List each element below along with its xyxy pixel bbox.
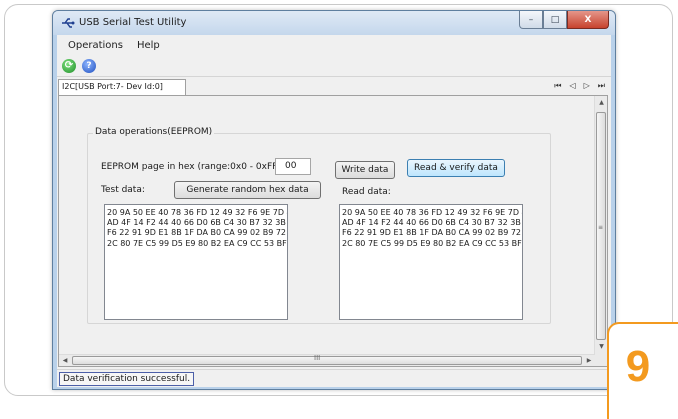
horizontal-scrollbar[interactable]: ◀ III ▶: [59, 354, 595, 366]
window-title: USB Serial Test Utility: [79, 17, 187, 28]
horizontal-scroll-thumb[interactable]: [72, 356, 582, 365]
tab-navigation: ⏮ ◁ ▷ ⏭: [554, 81, 605, 91]
group-title: Data operations(EEPROM): [93, 127, 215, 137]
test-data-line: AD 4F 14 F2 44 40 66 D0 6B C4 30 B7 32 3…: [107, 218, 287, 228]
window-controls: – □ X: [519, 11, 609, 29]
first-tab-icon[interactable]: ⏮: [554, 81, 561, 91]
next-tab-icon[interactable]: ▷: [584, 81, 590, 91]
app-window: USB Serial Test Utility – □ X Operations…: [52, 10, 616, 390]
vertical-scrollbar[interactable]: ▲ ≡ ▼: [594, 96, 607, 366]
title-bar[interactable]: USB Serial Test Utility – □ X: [53, 11, 615, 35]
maximize-button[interactable]: □: [543, 11, 567, 29]
client-area: Operations Help ⟳ ? I2C[USB Port:7- Dev …: [57, 35, 611, 387]
scroll-left-icon[interactable]: ◀: [59, 355, 71, 367]
write-data-button[interactable]: Write data: [335, 161, 395, 179]
test-data-line: 20 9A 50 EE 40 78 36 FD 12 49 32 F6 9E 7…: [107, 208, 287, 217]
minimize-button[interactable]: –: [519, 11, 543, 29]
menu-help[interactable]: Help: [130, 40, 167, 51]
status-bar: Data verification successful.: [57, 369, 611, 387]
status-message: Data verification successful.: [59, 372, 195, 386]
previous-tab-icon[interactable]: ◁: [569, 81, 575, 91]
toolbar: ⟳ ?: [57, 55, 611, 77]
usb-app-icon: [62, 18, 75, 28]
page-label: EEPROM page in hex (range:0x0 - 0xFF):: [101, 162, 284, 172]
generate-random-button[interactable]: Generate random hex data: [174, 181, 321, 199]
test-data-line: F6 22 91 9D E1 8B 1F DA B0 CA 99 02 B9 7…: [107, 228, 287, 238]
last-tab-icon[interactable]: ⏭: [598, 81, 605, 91]
read-data-list[interactable]: 20 9A 50 EE 40 78 36 FD 12 49 32 F6 9E 7…: [339, 204, 523, 320]
test-data-list[interactable]: 20 9A 50 EE 40 78 36 FD 12 49 32 F6 9E 7…: [104, 204, 288, 320]
read-data-line: AD 4F 14 F2 44 40 66 D0 6B C4 30 B7 32 3…: [342, 218, 522, 228]
menu-bar: Operations Help: [57, 35, 611, 55]
read-data-line: 20 9A 50 EE 40 78 36 FD 12 49 32 F6 9E 7…: [342, 208, 522, 217]
menu-operations[interactable]: Operations: [61, 40, 130, 51]
test-data-label: Test data:: [101, 185, 145, 195]
refresh-icon[interactable]: ⟳: [62, 58, 76, 73]
step-badge: 9: [607, 322, 678, 419]
read-verify-button[interactable]: Read & verify data: [407, 159, 505, 177]
scroll-up-icon[interactable]: ▲: [595, 96, 608, 110]
scroll-right-icon[interactable]: ▶: [583, 355, 595, 367]
vertical-grip-icon: ≡: [598, 224, 604, 231]
step-number: 9: [625, 342, 651, 391]
help-icon[interactable]: ?: [82, 58, 96, 73]
read-data-line: 2C 80 7E C5 99 D5 E9 80 B2 EA C9 CC 53 B…: [342, 238, 522, 248]
close-button[interactable]: X: [567, 11, 609, 29]
read-data-line: F6 22 91 9D E1 8B 1F DA B0 CA 99 02 B9 7…: [342, 228, 522, 238]
test-data-line: 2C 80 7E C5 99 D5 E9 80 B2 EA C9 CC 53 B…: [107, 238, 287, 248]
page-input[interactable]: 00: [275, 158, 311, 175]
read-data-label: Read data:: [342, 187, 391, 197]
tab-strip: I2C[USB Port:7- Dev Id:0] ⏮ ◁ ▷ ⏭: [57, 78, 611, 95]
tab-i2c-device[interactable]: I2C[USB Port:7- Dev Id:0]: [58, 79, 186, 95]
horizontal-grip-icon: III: [314, 354, 321, 362]
tab-panel: Data operations(EEPROM) EEPROM page in h…: [58, 95, 608, 367]
